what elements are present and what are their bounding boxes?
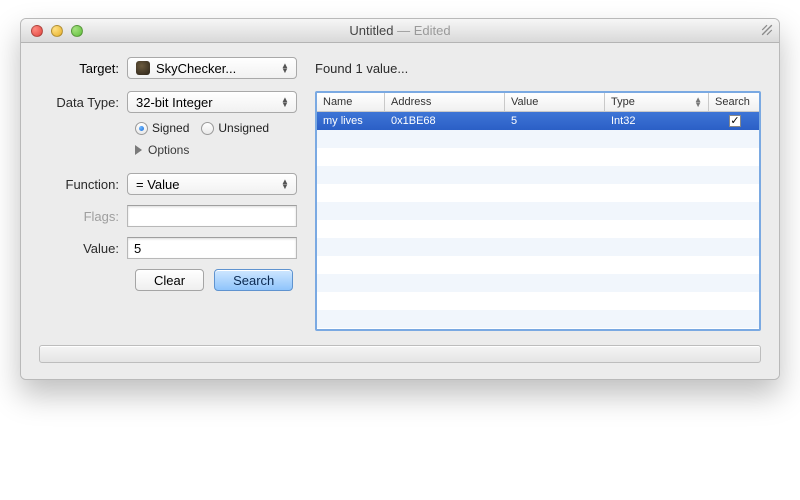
results-panel: Name Address Value Type▲▼ Search my live… — [315, 91, 761, 331]
col-type[interactable]: Type▲▼ — [605, 93, 709, 111]
table-body[interactable]: my lives 0x1BE68 5 Int32 ✓ — [317, 112, 759, 329]
radio-dot-icon — [201, 122, 214, 135]
disclosure-triangle-icon — [135, 145, 142, 155]
target-value: SkyChecker... — [156, 61, 236, 76]
found-text: Found 1 value... — [315, 61, 408, 76]
form-panel: Data Type: 32-bit Integer ▲▼ Signed Unsi… — [39, 91, 297, 331]
table-row[interactable]: my lives 0x1BE68 5 Int32 ✓ — [317, 112, 759, 130]
results-table: Name Address Value Type▲▼ Search my live… — [315, 91, 761, 331]
chevron-updown-icon: ▲▼ — [694, 97, 702, 107]
chevron-updown-icon: ▲▼ — [278, 97, 292, 107]
col-name[interactable]: Name — [317, 93, 385, 111]
app-window: Untitled — Edited Target: SkyChecker... … — [20, 18, 780, 380]
zoom-icon[interactable] — [71, 25, 83, 37]
value-label: Value: — [39, 241, 127, 256]
flags-label: Flags: — [39, 209, 127, 224]
col-address[interactable]: Address — [385, 93, 505, 111]
chevron-updown-icon: ▲▼ — [278, 63, 292, 73]
clear-button[interactable]: Clear — [135, 269, 204, 291]
datatype-select[interactable]: 32-bit Integer ▲▼ — [127, 91, 297, 113]
options-label: Options — [148, 143, 189, 157]
status-bar — [39, 345, 761, 363]
chevron-updown-icon: ▲▼ — [278, 179, 292, 189]
function-label: Function: — [39, 177, 127, 192]
fullscreen-icon[interactable] — [761, 24, 773, 36]
target-app-icon — [136, 61, 150, 75]
top-row: Target: SkyChecker... ▲▼ Found 1 value..… — [39, 57, 761, 79]
signed-radio[interactable]: Signed — [135, 121, 189, 135]
function-value: = Value — [136, 177, 180, 192]
main-row: Data Type: 32-bit Integer ▲▼ Signed Unsi… — [39, 91, 761, 331]
flags-input — [127, 205, 297, 227]
signed-label: Signed — [152, 121, 189, 135]
cell-name: my lives — [317, 115, 385, 127]
col-value[interactable]: Value — [505, 93, 605, 111]
window-title: Untitled — Edited — [21, 23, 779, 38]
search-button[interactable]: Search — [214, 269, 293, 291]
title-edited: — Edited — [393, 23, 450, 38]
function-select[interactable]: = Value ▲▼ — [127, 173, 297, 195]
minimize-icon[interactable] — [51, 25, 63, 37]
cell-search: ✓ — [709, 115, 759, 127]
cell-type: Int32 — [605, 115, 709, 127]
titlebar: Untitled — Edited — [21, 19, 779, 43]
radio-dot-icon — [135, 122, 148, 135]
unsigned-radio[interactable]: Unsigned — [201, 121, 269, 135]
value-input[interactable] — [127, 237, 297, 259]
title-text: Untitled — [349, 23, 393, 38]
table-header: Name Address Value Type▲▼ Search — [317, 93, 759, 112]
sign-radios: Signed Unsigned — [135, 121, 297, 135]
content: Target: SkyChecker... ▲▼ Found 1 value..… — [21, 43, 779, 379]
col-search[interactable]: Search — [709, 93, 759, 111]
search-checkbox[interactable]: ✓ — [729, 115, 741, 127]
cell-address: 0x1BE68 — [385, 115, 505, 127]
cell-value: 5 — [505, 115, 605, 127]
target-label: Target: — [39, 61, 127, 76]
target-select[interactable]: SkyChecker... ▲▼ — [127, 57, 297, 79]
options-disclosure[interactable]: Options — [135, 143, 297, 157]
unsigned-label: Unsigned — [218, 121, 269, 135]
datatype-value: 32-bit Integer — [136, 95, 213, 110]
datatype-label: Data Type: — [39, 95, 127, 110]
traffic-lights — [31, 25, 83, 37]
close-icon[interactable] — [31, 25, 43, 37]
